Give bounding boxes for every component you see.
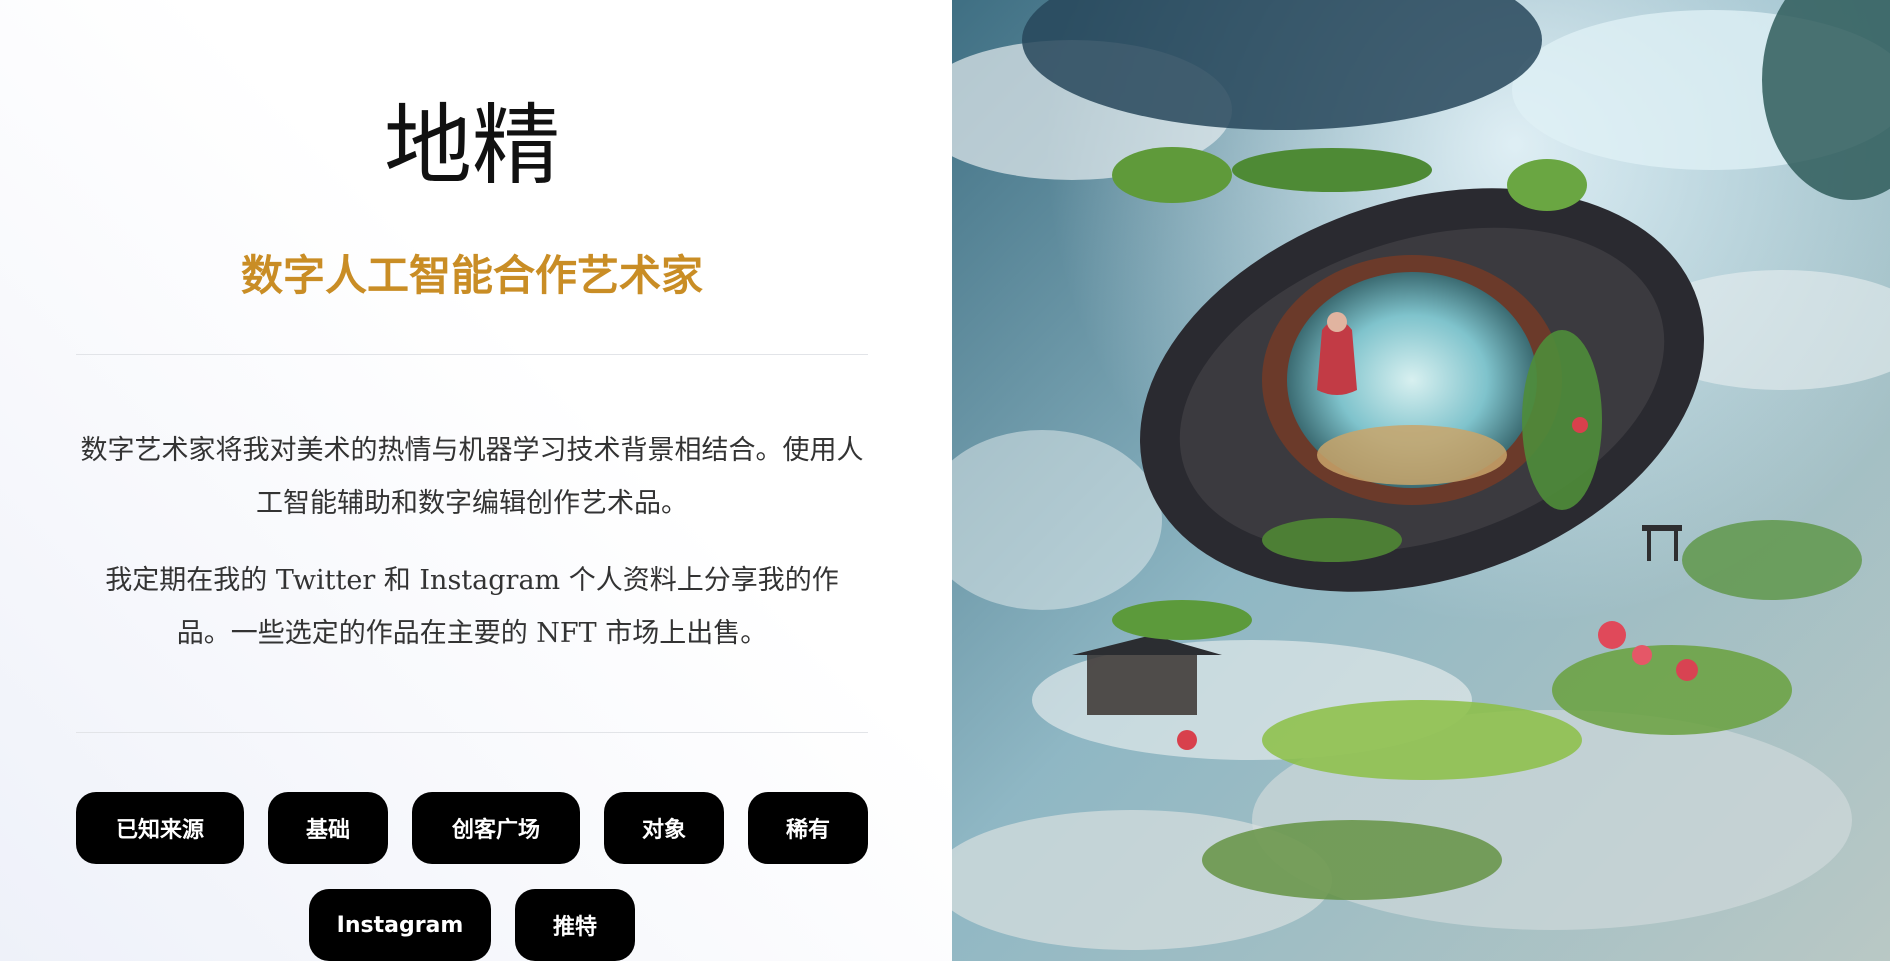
top-divider: [76, 354, 868, 355]
profile-panel: 地精 数字人工智能合作艺术家 数字艺术家将我对美术的热情与机器学习技术背景相结合…: [0, 0, 952, 961]
page-title: 地精: [383, 94, 560, 197]
link-button-instagram[interactable]: Instagram: [309, 889, 491, 961]
link-button-rarible[interactable]: 稀有: [748, 792, 868, 864]
link-button-twitter[interactable]: 推特: [515, 889, 635, 961]
bottom-divider: [76, 732, 868, 733]
featured-artwork-image: [952, 0, 1890, 961]
about-paragraph-2: 我定期在我的 Twitter 和 Instagram 个人资料上分享我的作品。一…: [105, 565, 839, 649]
page-subtitle: 数字人工智能合作艺术家: [240, 251, 703, 300]
link-button-foundation[interactable]: 基础: [268, 792, 388, 864]
artwork-illustration: [952, 0, 1890, 961]
link-button-makersplace[interactable]: 创客广场: [412, 792, 580, 864]
link-button-objkt[interactable]: 对象: [604, 792, 724, 864]
link-button-known-origin[interactable]: 已知来源: [76, 792, 244, 864]
about-paragraph-1: 数字艺术家将我对美术的热情与机器学习技术背景相结合。使用人工智能辅助和数字编辑创…: [80, 435, 864, 519]
